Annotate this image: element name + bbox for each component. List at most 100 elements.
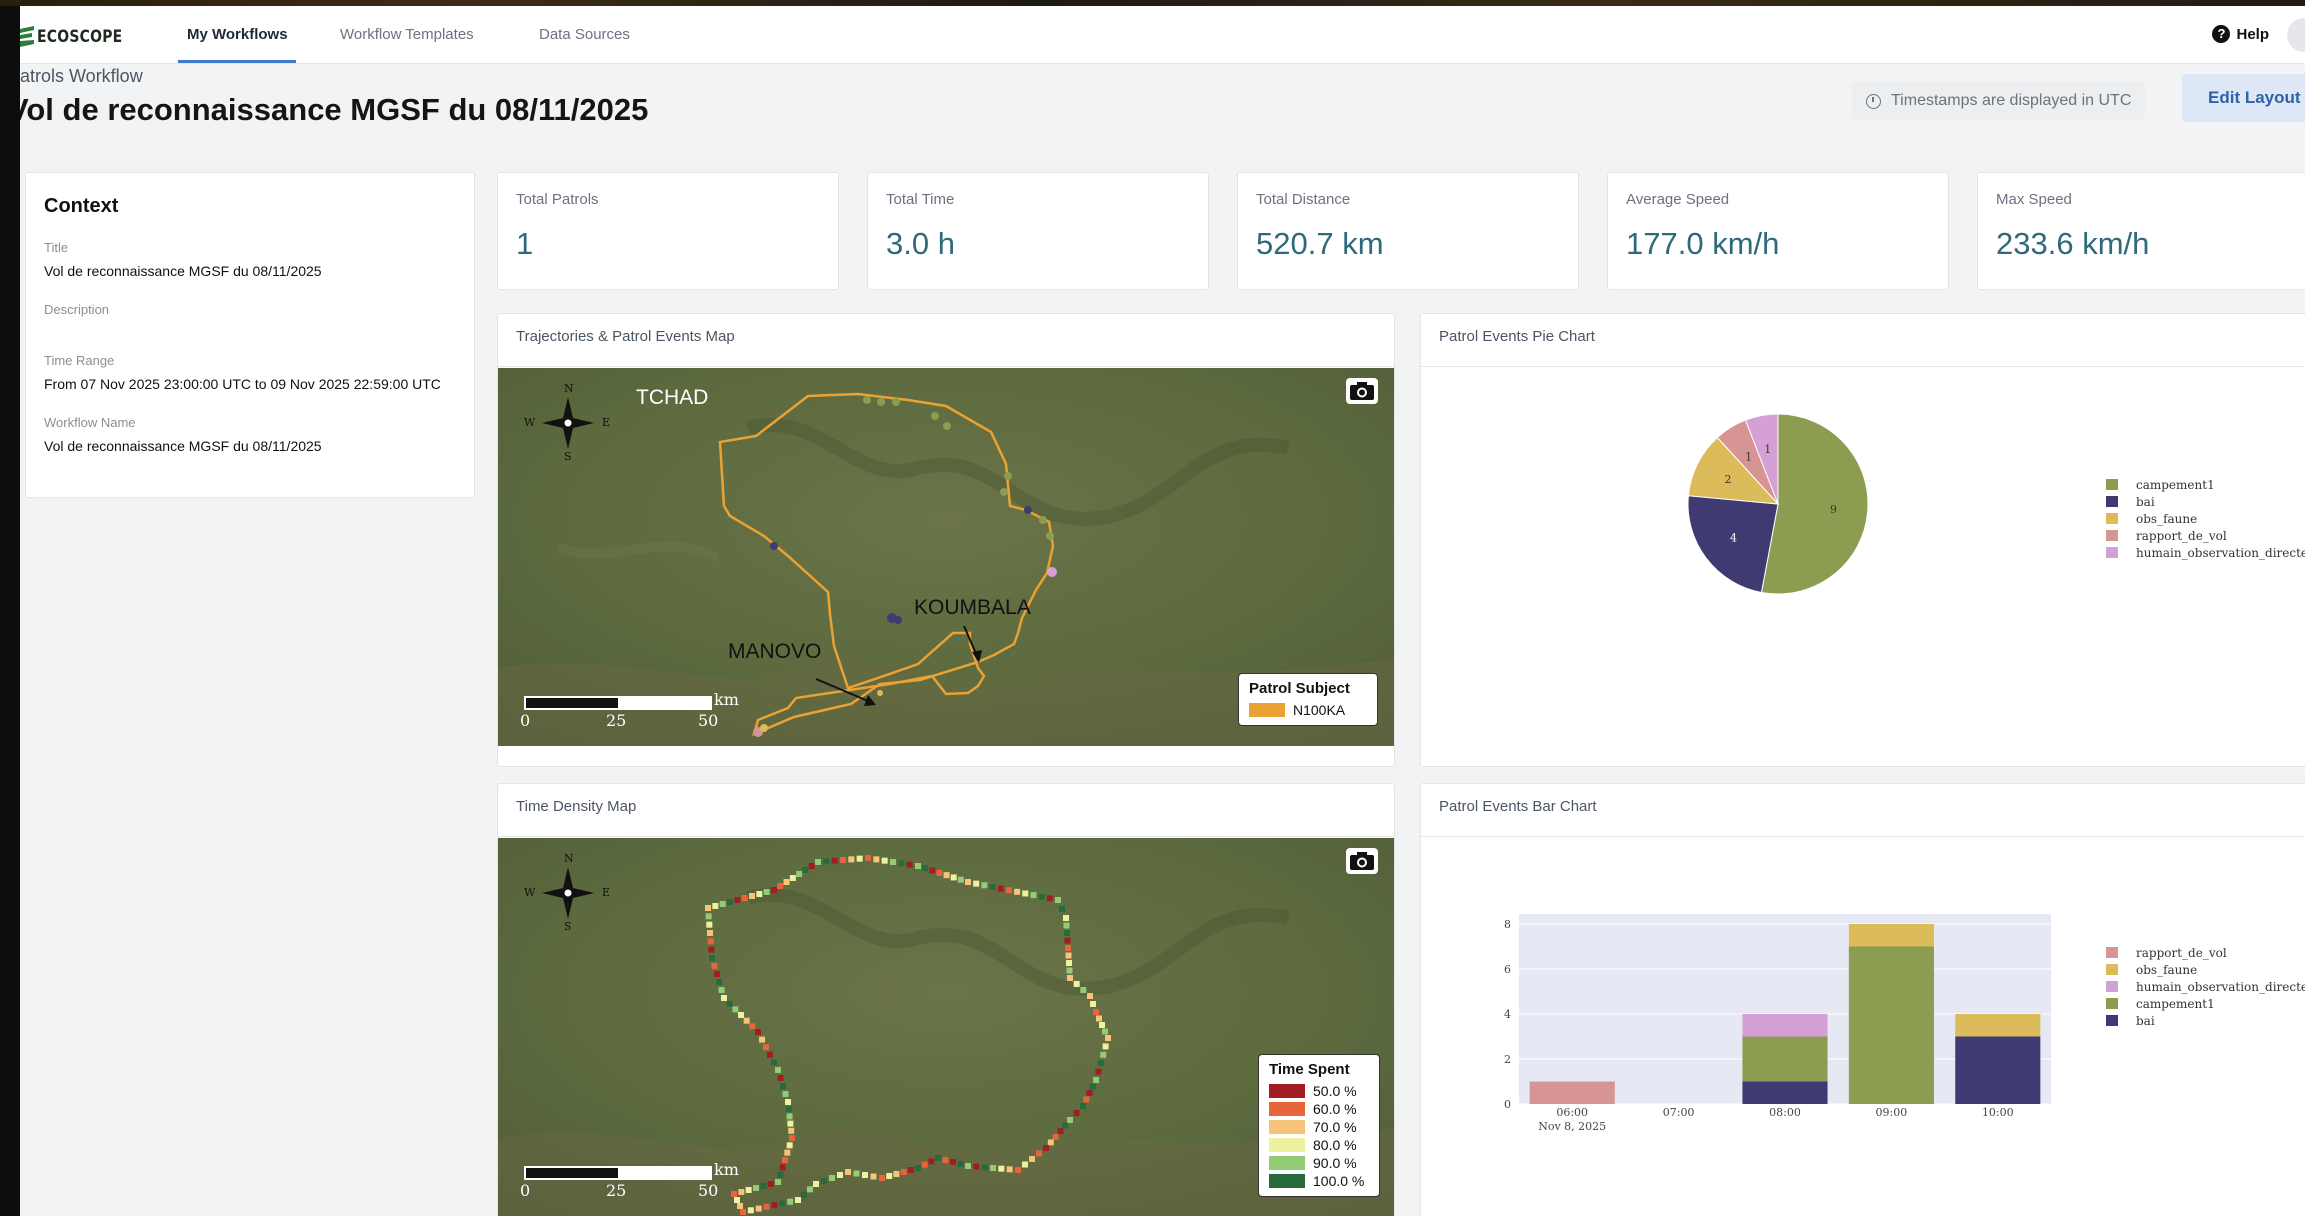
density-cell xyxy=(727,899,733,905)
density-cell xyxy=(1059,906,1065,912)
scale-tick: 50 xyxy=(698,1181,719,1200)
stat-value: 233.6 km/h xyxy=(1996,226,2150,261)
compass-s: S xyxy=(564,450,572,463)
pie-chart[interactable]: 94211 xyxy=(1421,368,2305,768)
bar-segment-rapport_de_vol[interactable] xyxy=(1529,1081,1615,1105)
density-cell xyxy=(788,1127,795,1134)
density-cell xyxy=(856,855,863,862)
legend-item[interactable]: obs_faune xyxy=(2106,961,2305,978)
compass-e: E xyxy=(602,886,611,899)
legend-item[interactable]: rapport_de_vol xyxy=(2106,527,2305,544)
context-panel: Context Title Vol de reconnaissance MGSF… xyxy=(25,172,475,498)
logo[interactable]: ECOSCOPE xyxy=(20,24,141,50)
bar-segment-humain_observation_directe[interactable] xyxy=(1742,1014,1828,1037)
scale-tick: 25 xyxy=(606,711,627,730)
density-cell xyxy=(705,905,711,911)
density-cell xyxy=(886,1173,893,1179)
legend-item[interactable]: humain_observation_directe xyxy=(2106,544,2305,561)
scale-unit: km xyxy=(714,690,739,709)
compass-w: W xyxy=(524,886,536,899)
bar-segment-campement1[interactable] xyxy=(1848,946,1934,1105)
logo-mark-icon xyxy=(20,26,34,47)
help-button[interactable]: ? Help xyxy=(2212,25,2269,43)
density-cell xyxy=(1065,952,1072,959)
help-label: Help xyxy=(2236,25,2269,43)
legend-label: campement1 xyxy=(2136,996,2215,1011)
density-cell xyxy=(907,1167,914,1173)
logo-text: ECOSCOPE xyxy=(37,27,123,47)
legend-swatch xyxy=(1269,1138,1305,1152)
nav-tab-workflow-templates[interactable]: Workflow Templates xyxy=(340,6,474,64)
bar-segment-obs_faune[interactable] xyxy=(1955,1014,2041,1037)
stat-total-time: Total Time 3.0 h xyxy=(867,172,1209,290)
app-window: ECOSCOPE My Workflows Workflow Templates… xyxy=(20,6,2305,1216)
nav-tab-my-workflows[interactable]: My Workflows xyxy=(187,6,288,64)
context-heading: Context xyxy=(44,195,119,217)
density-cell xyxy=(775,1067,781,1073)
density-cell xyxy=(738,1189,745,1195)
density-cell xyxy=(1089,1083,1096,1090)
nav-tab-data-sources[interactable]: Data Sources xyxy=(539,6,630,64)
legend-item[interactable]: bai xyxy=(2106,493,2305,510)
density-cell xyxy=(1064,937,1071,944)
density-cell xyxy=(1073,981,1080,987)
context-description-label: Description xyxy=(44,302,110,317)
legend-label: obs_faune xyxy=(2136,511,2198,526)
timezone-note-text: Timestamps are displayed in UTC xyxy=(1891,92,2132,109)
screenshot-button[interactable] xyxy=(1346,848,1378,874)
screen-bezel xyxy=(0,0,20,1216)
density-cell xyxy=(1063,915,1069,921)
active-tab-indicator xyxy=(178,60,296,63)
density-cell xyxy=(763,1044,769,1051)
density-cell xyxy=(862,1172,868,1178)
density-cell xyxy=(1066,967,1073,974)
density-cell xyxy=(763,1203,770,1210)
density-cell xyxy=(1014,888,1021,895)
legend-item: 60.0 % xyxy=(1269,1100,1369,1118)
legend-label: rapport_de_vol xyxy=(2136,945,2227,960)
edit-layout-button[interactable]: Edit Layout xyxy=(2182,74,2305,122)
legend-item[interactable]: campement1 xyxy=(2106,476,2305,493)
density-cell xyxy=(716,979,723,985)
avatar[interactable] xyxy=(2287,18,2305,52)
density-cell xyxy=(928,1158,935,1165)
stat-value: 520.7 km xyxy=(1256,226,1384,261)
context-time-range-value: From 07 Nov 2025 23:00:00 UTC to 09 Nov … xyxy=(44,376,441,392)
screenshot-button[interactable] xyxy=(1346,378,1378,404)
bar-segment-obs_faune[interactable] xyxy=(1848,924,1934,947)
stat-label: Total Time xyxy=(886,191,955,208)
density-cell xyxy=(756,891,763,897)
legend-item[interactable]: campement1 xyxy=(2106,995,2305,1012)
camera-icon xyxy=(1350,852,1374,870)
bar-segment-bai[interactable] xyxy=(1742,1081,1828,1105)
legend-item[interactable]: rapport_de_vol xyxy=(2106,944,2305,961)
trajectories-map[interactable]: TCHAD KOUMBALA MANOVO N S W E km 0 25 50 xyxy=(498,368,1394,746)
density-cell xyxy=(1105,1035,1111,1041)
legend-swatch xyxy=(2106,513,2118,524)
density-cell xyxy=(718,987,725,993)
context-workflow-name-label: Workflow Name xyxy=(44,415,136,430)
bar-segment-campement1[interactable] xyxy=(1742,1036,1828,1082)
legend-swatch xyxy=(2106,479,2118,490)
density-cell xyxy=(873,856,880,863)
density-cell xyxy=(747,1207,754,1214)
legend-swatch xyxy=(2106,496,2118,507)
patrol-subject-legend: Patrol Subject N100KA xyxy=(1238,673,1378,726)
density-cell xyxy=(1057,1128,1064,1135)
density-cell xyxy=(845,1169,851,1175)
stat-value: 1 xyxy=(516,226,534,261)
density-cell xyxy=(848,856,855,863)
breadcrumb[interactable]: atrols Workflow xyxy=(20,66,143,87)
bar-segment-bai[interactable] xyxy=(1955,1036,2041,1105)
density-cell xyxy=(786,1113,793,1120)
legend-item: 70.0 % xyxy=(1269,1118,1369,1136)
time-spent-legend: Time Spent 50.0 % 60.0 % 70.0 % 80.0 % 90.0 … xyxy=(1258,1054,1380,1197)
x-tick-label: 08:00 xyxy=(1769,1106,1801,1119)
time-density-map[interactable]: N S W E km 0 25 50 Time Spent 50.0 % 60.… xyxy=(498,838,1394,1216)
legend-item[interactable]: humain_observation_directe xyxy=(2106,978,2305,995)
density-cell xyxy=(763,889,770,895)
legend-item[interactable]: obs_faune xyxy=(2106,510,2305,527)
legend-title: Patrol Subject xyxy=(1249,680,1350,697)
legend-item[interactable]: bai xyxy=(2106,1012,2305,1029)
legend-label: humain_observation_directe xyxy=(2136,545,2305,560)
